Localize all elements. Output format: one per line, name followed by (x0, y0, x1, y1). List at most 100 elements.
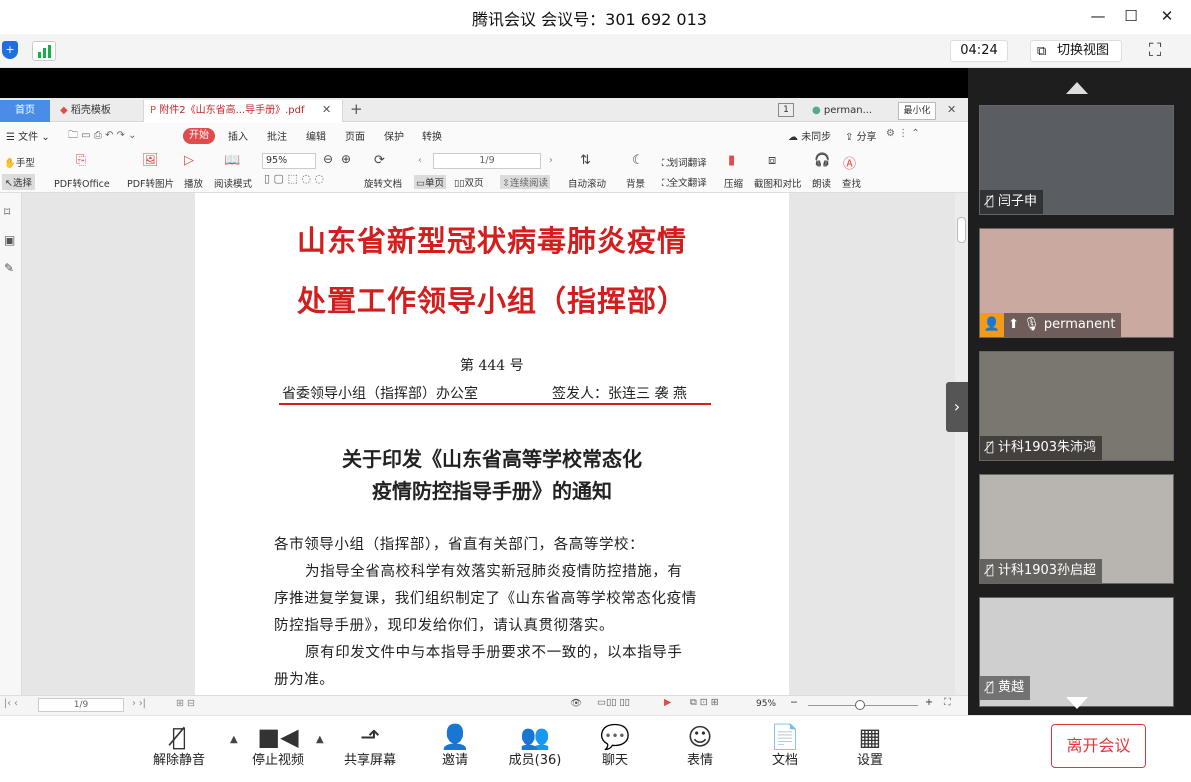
next-page-icon[interactable]: › (549, 155, 553, 166)
reactions-button[interactable]: ☺ 表情 (660, 722, 740, 774)
menu-start[interactable]: 开始 (183, 128, 215, 144)
tab-docer-template[interactable]: ◆ 稻壳模板 (54, 100, 140, 122)
page-nav-next-icons[interactable]: › ›| (132, 698, 146, 709)
participant-tile[interactable]: 🎙̸ 黄越 (979, 597, 1174, 707)
video-options-caret-icon[interactable]: ▲ (316, 734, 324, 745)
tab-home[interactable]: 首页 (0, 100, 50, 122)
scroll-down-icon[interactable] (1066, 697, 1088, 709)
stop-video-button[interactable]: ■◀ 停止视频 (238, 722, 318, 774)
close-window-button[interactable]: ✕ (1154, 4, 1180, 28)
participant-tile[interactable]: 🎙̸ 计科1903朱沛鸿 (979, 351, 1174, 461)
participant-tile[interactable]: 👤 ⬆ 🎙 permanent (979, 228, 1174, 338)
status-page-input[interactable]: 1/9 (38, 698, 124, 712)
full-translate-button[interactable]: ⛶全文翻译 (662, 175, 707, 189)
minimize-window-button[interactable]: — (1085, 4, 1111, 28)
hand-tool-button[interactable]: ✋手型 (4, 155, 35, 169)
bookmark-icon[interactable]: ⌑ (4, 205, 10, 219)
tab-pdf-document[interactable]: P 附件2《山东省高...导手册》.pdf (143, 100, 343, 122)
vertical-scrollbar[interactable] (955, 193, 968, 695)
menu-edit[interactable]: 编辑 (306, 128, 326, 143)
invite-button[interactable]: 👤 邀请 (415, 722, 495, 774)
status-zoom[interactable]: 95% (756, 699, 776, 709)
auto-scroll-button[interactable]: 自动滚动 (568, 176, 606, 190)
switch-view-button[interactable]: ⧉ 切换视图 (1030, 40, 1122, 62)
zoom-slider-thumb[interactable] (855, 700, 865, 710)
double-page-button[interactable]: ▯▯双页 (454, 175, 483, 189)
fullscreen-status-icon[interactable]: ⛶ (944, 697, 951, 708)
notice-title-line1: 关于印发《山东省高等学校常态化 (342, 447, 642, 471)
menu-protect[interactable]: 保护 (384, 128, 404, 143)
unsync-button[interactable]: ☁ 未同步 (788, 128, 831, 143)
menu-file[interactable]: ☰ 文件 ⌄ (6, 128, 50, 143)
more-options-icon[interactable]: ⚙ ⋮ ⌃ (886, 128, 920, 139)
screenshot-compare-button[interactable]: 截图和对比 (754, 176, 802, 190)
zoom-in-icon[interactable]: ⊕ (341, 152, 351, 166)
read-mode-button[interactable]: 阅读模式 (214, 176, 252, 190)
host-icon: 👤 (980, 313, 1004, 337)
maximize-window-button[interactable]: ☐ (1118, 4, 1144, 28)
find-button[interactable]: 查找 (842, 176, 861, 190)
chat-button[interactable]: 💬 聊天 (575, 722, 655, 774)
unmute-button[interactable]: 🎙̸ 解除静音 (139, 722, 219, 774)
audio-options-caret-icon[interactable]: ▲ (230, 734, 238, 745)
meeting-title: 腾讯会议 会议号：301 692 013 (472, 10, 707, 29)
menu-insert[interactable]: 插入 (228, 128, 248, 143)
status-zoom-in-icon[interactable]: + (925, 697, 933, 708)
tab-close-icon[interactable]: ✕ (322, 103, 331, 116)
docs-button[interactable]: 📄 文档 (745, 722, 825, 774)
share-screen-button[interactable]: ⬏ 共享屏幕 (330, 722, 410, 774)
leave-meeting-button[interactable]: 离开会议 (1051, 724, 1146, 768)
page-nav-prev-icons[interactable]: |‹ ‹ (4, 698, 18, 709)
find-icon: Ⓐ (843, 157, 857, 172)
collapse-panel-button[interactable]: › (946, 382, 968, 432)
eye-protection-icon[interactable]: 👁 (570, 698, 582, 709)
prev-page-icon[interactable]: ‹ (418, 155, 422, 166)
settings-button[interactable]: ▦ 设置 (830, 722, 910, 774)
participant-name-tag: 🎙̸ 黄越 (980, 676, 1030, 700)
pdf-to-image-button[interactable]: PDF转图片 (127, 176, 174, 190)
read-aloud-button[interactable]: 朗读 (812, 176, 831, 190)
page-fit-icons[interactable]: ▯ ▢ ⬚ ◌ ◌ (264, 172, 324, 185)
participant-name-tag: 🎙̸ 闫子申 (980, 190, 1043, 214)
members-button[interactable]: 👥 成员(36) (495, 722, 575, 774)
word-translate-button[interactable]: ⛶划词翻译 (662, 155, 707, 169)
pdf-to-office-button[interactable]: PDF转Office (54, 176, 110, 190)
participant-tile[interactable]: 🎙̸ 计科1903孙启超 (979, 474, 1174, 584)
continuous-read-button[interactable]: ⇳连续阅读 (500, 175, 550, 189)
annotation-list-icon[interactable]: ✎ (4, 261, 14, 275)
scroll-up-icon[interactable] (1066, 82, 1088, 94)
play-button[interactable]: 播放 (184, 176, 203, 190)
security-shield-icon[interactable]: + (2, 41, 18, 59)
rotate-doc-button[interactable]: 旋转文档 (364, 176, 402, 190)
select-tool-button[interactable]: ↖选择 (2, 174, 35, 190)
menu-annotate[interactable]: 批注 (267, 128, 287, 143)
meeting-status-bar (0, 34, 1191, 68)
participant-tile[interactable]: 🎙̸ 闫子申 (979, 105, 1174, 215)
status-zoom-out-icon[interactable]: − (790, 697, 798, 708)
new-tab-icon[interactable]: + (350, 100, 363, 118)
pdf-page: 山东省新型冠状病毒肺炎疫情 处置工作领导小组（指挥部） 第 444 号 省委领导… (195, 193, 789, 695)
view-mode-icons[interactable]: ▭▯▯ ▯▯ (597, 697, 630, 708)
fullscreen-icon[interactable]: ⛶ (1143, 39, 1167, 63)
zoom-select[interactable]: 95% (262, 153, 316, 169)
zoom-out-icon[interactable]: ⊖ (323, 152, 333, 166)
add-page-icons[interactable]: ⊞ ⊟ (176, 698, 195, 709)
signal-strength-icon[interactable] (32, 41, 56, 61)
wps-close-icon[interactable]: ✕ (947, 103, 956, 116)
page-number-input[interactable]: 1/9 (433, 153, 541, 169)
play-icon: ▷ (184, 153, 194, 168)
menu-page[interactable]: 页面 (345, 128, 365, 143)
quick-access-icons[interactable]: 🗀 ▭ ⎙ ↶ ↷ ⌄ (68, 128, 136, 145)
thumbnail-icon[interactable]: ▣ (4, 233, 15, 247)
compress-button[interactable]: 压缩 (724, 176, 743, 190)
window-count-badge[interactable]: 1 (778, 103, 794, 117)
background-button[interactable]: 背景 (626, 176, 645, 190)
scrollbar-thumb[interactable] (957, 217, 966, 243)
fit-icons[interactable]: ⧉ ⊡ ⊞ (690, 697, 719, 708)
play-status-icon[interactable]: ▶ (664, 697, 671, 708)
mic-muted-icon: 🎙̸ (986, 563, 994, 578)
share-button[interactable]: ⇪ 分享 (845, 128, 877, 143)
account-tab[interactable]: ● perman... (806, 100, 890, 122)
menu-convert[interactable]: 转换 (422, 128, 442, 143)
single-page-button[interactable]: ▭单页 (414, 175, 446, 189)
